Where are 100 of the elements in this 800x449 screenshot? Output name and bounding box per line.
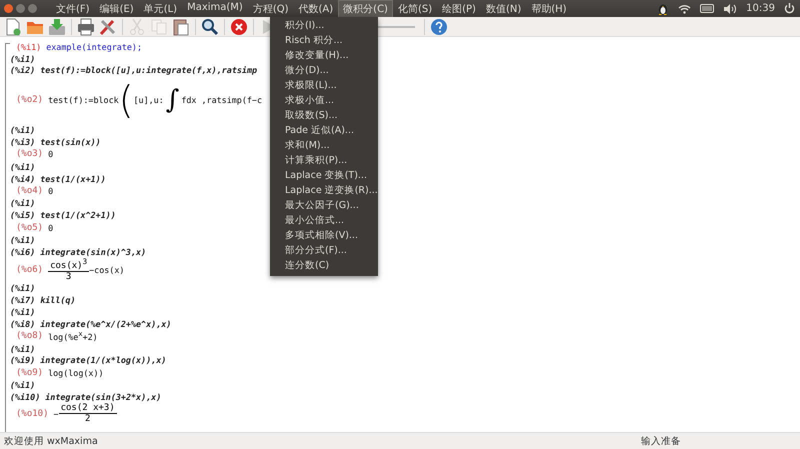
math-output: 0 — [48, 186, 54, 196]
power-icon[interactable] — [784, 3, 795, 14]
math-output: [u],u: — [134, 95, 164, 106]
wifi-icon[interactable] — [678, 4, 692, 14]
input-label: (%i1) — [10, 54, 36, 64]
menu-item[interactable]: 方程(Q) — [248, 0, 294, 18]
menu-item[interactable]: Pade 近似(A)... — [270, 123, 378, 138]
input-code[interactable]: test(1/(x+1)) — [40, 174, 106, 184]
input-label: (%i1) — [10, 125, 36, 136]
math-output: fdx ,ratsimp(f−c — [181, 95, 262, 106]
output-label: (%o10) — [16, 408, 49, 419]
menu-item[interactable]: 修改变量(H)... — [270, 48, 378, 63]
menu-item[interactable]: Risch 积分... — [270, 33, 378, 48]
output-label: (%o8) — [16, 331, 44, 342]
math-output: 0 — [48, 222, 54, 233]
input-code[interactable]: integrate(1/(x*log(x)),x) — [40, 355, 166, 366]
menu-item[interactable]: 部分分式(F)... — [270, 243, 378, 258]
menu-item[interactable]: 文件(F) — [51, 0, 95, 18]
stop-icon[interactable] — [230, 18, 248, 36]
input-label: (%i1) — [10, 283, 36, 294]
volume-icon[interactable] — [724, 4, 738, 14]
input-label: (%i6) — [10, 246, 36, 257]
output-label: (%o3) — [16, 149, 44, 160]
fraction-numerator: cos(2 x+3) — [58, 402, 117, 414]
menu-item[interactable]: 微分(D)... — [270, 63, 378, 78]
save-icon[interactable] — [48, 18, 66, 36]
status-text: 输入准备 — [641, 434, 681, 448]
battery-icon[interactable] — [700, 4, 716, 13]
menu-item[interactable]: Laplace 逆变换(R)... — [270, 183, 378, 198]
input-label: (%i3) — [10, 137, 36, 148]
menu-item[interactable]: 数值(N) — [480, 0, 526, 18]
input-label: (%i1) — [10, 344, 36, 354]
input-label: (%i1) — [10, 198, 36, 208]
menu-item[interactable]: 绘图(P) — [437, 0, 481, 18]
menu-item[interactable]: 最大公因子(G)... — [270, 198, 378, 213]
search-icon[interactable] — [201, 18, 219, 36]
input-code[interactable]: test(sin(x)) — [40, 137, 101, 148]
input-label: (%i4) — [10, 174, 36, 184]
menu-item[interactable]: 微积分(C) — [338, 0, 393, 18]
menu-item[interactable]: 求极小值... — [270, 93, 378, 108]
output-label: (%o9) — [16, 368, 44, 378]
math-output: log(%e$^{x}$+2) — [48, 330, 98, 342]
input-label: (%i8) — [10, 318, 36, 329]
menu-item[interactable]: Maxima(M) — [182, 0, 248, 18]
menu-item[interactable]: 代数(A) — [294, 0, 338, 18]
input-label: (%i1) — [16, 42, 42, 52]
input-label: (%i7) — [10, 295, 36, 306]
input-code[interactable]: example(integrate); — [46, 42, 142, 52]
input-label: (%i1) — [10, 162, 36, 172]
help-icon[interactable] — [430, 18, 448, 36]
big-parenthesis: ( — [118, 81, 134, 120]
print-icon[interactable] — [77, 18, 95, 36]
math-output: test(f):=block — [48, 95, 119, 106]
input-code[interactable]: test(1/(x^2+1)) — [40, 210, 116, 220]
tools-icon[interactable] — [99, 18, 117, 36]
menu-item[interactable]: 多项式相除(V)... — [270, 228, 378, 243]
menu-item[interactable]: 积分(I)... — [270, 18, 378, 33]
clock[interactable]: 10:39 — [746, 3, 775, 14]
fraction-numerator: cos(x)$^{3}$ — [48, 258, 90, 272]
maximize-icon[interactable] — [28, 4, 37, 13]
math-output: −cos(x) — [89, 265, 124, 276]
new-file-icon[interactable] — [4, 18, 22, 36]
input-label: (%i2) — [10, 65, 36, 76]
penguin-icon[interactable] — [657, 2, 670, 15]
minimize-icon[interactable] — [16, 4, 25, 13]
input-label: (%i10) — [10, 392, 40, 402]
menu-item[interactable]: 连分数(C) — [270, 258, 378, 273]
menu-item[interactable]: 编辑(E) — [94, 0, 139, 18]
input-label: (%i1) — [10, 380, 36, 390]
input-label: (%i9) — [10, 355, 36, 366]
input-code[interactable]: integrate(%e^x/(2+%e^x),x) — [40, 318, 172, 329]
output-label: (%o6) — [16, 265, 44, 276]
fraction-denominator: 3 — [66, 272, 72, 282]
math-output: 0 — [48, 149, 54, 160]
input-code[interactable]: test(f):=block([u],u:integrate(f,x),ratsimp — [40, 65, 258, 76]
menu-item[interactable]: 求极限(L)... — [270, 78, 378, 93]
menu-item[interactable]: 计算乘积(P)... — [270, 153, 378, 168]
input-label: (%i5) — [10, 210, 36, 220]
output-label: (%o5) — [16, 222, 44, 233]
menu-item[interactable]: 单元(L) — [138, 0, 182, 18]
menu-item[interactable]: 化简(S) — [392, 0, 438, 18]
input-code[interactable]: integrate(sin(x)^3,x) — [40, 246, 146, 257]
math-output: − — [54, 408, 59, 419]
math-output: log(log(x)) — [48, 368, 104, 378]
output-label: (%o4) — [16, 186, 44, 196]
output-label: (%o2) — [16, 95, 44, 106]
input-code[interactable]: kill(q) — [40, 295, 76, 306]
menu-item[interactable]: 最小公倍式... — [270, 213, 378, 228]
input-label: (%i1) — [10, 306, 36, 317]
status-text: 欢迎使用 wxMaxima — [4, 434, 98, 448]
input-label: (%i1) — [10, 235, 36, 246]
menu-item[interactable]: 取级数(S)... — [270, 108, 378, 123]
fraction-denominator: 2 — [84, 414, 90, 425]
menu-item[interactable]: Laplace 变换(T)... — [270, 168, 378, 183]
close-icon[interactable] — [4, 4, 13, 13]
integral-sign: ∫ — [166, 87, 180, 114]
input-code[interactable]: integrate(sin(3+2*x),x) — [45, 392, 162, 402]
paste-icon[interactable] — [172, 18, 190, 36]
menu-item[interactable]: 求和(M)... — [270, 138, 378, 153]
menu-item[interactable]: 帮助(H) — [526, 0, 572, 18]
